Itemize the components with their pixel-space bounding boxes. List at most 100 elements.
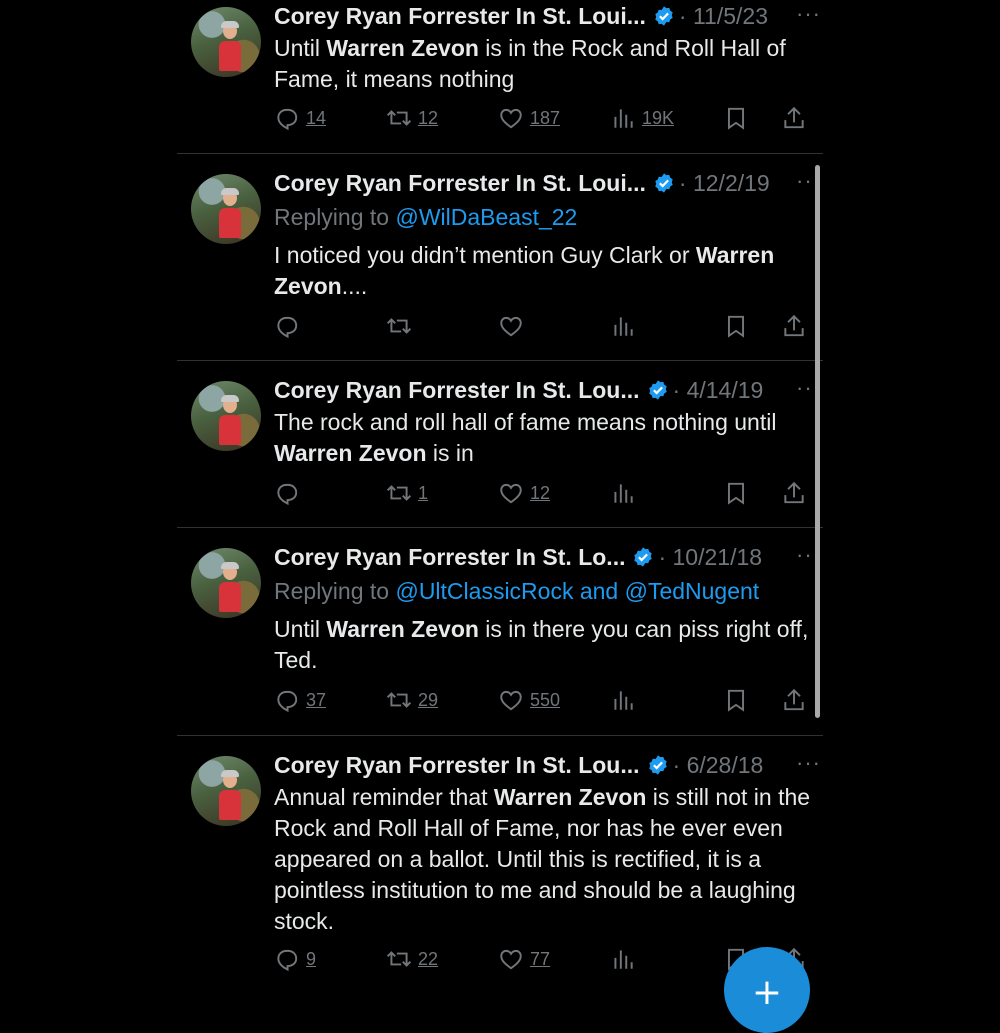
views-icon	[614, 484, 633, 503]
like-icon	[500, 483, 522, 504]
tweet-actions: 14 12 187 19K	[274, 105, 810, 135]
tweet-date[interactable]: · 6/28/18	[673, 749, 764, 781]
verified-badge-icon	[648, 755, 667, 775]
bookmark-button[interactable]	[723, 313, 749, 339]
reply-icon	[277, 108, 298, 131]
views-button[interactable]	[610, 946, 642, 972]
retweet-icon	[386, 110, 412, 126]
views-button[interactable]	[610, 313, 642, 339]
scrollbar[interactable]	[815, 165, 820, 718]
author-name[interactable]: Corey Ryan Forrester In St. Loui...	[274, 0, 646, 32]
retweet-button[interactable]: 29	[386, 687, 438, 713]
bookmark-icon	[727, 107, 745, 130]
share-icon	[784, 481, 804, 504]
tweet-text: Until Warren Zevon is in the Rock and Ro…	[274, 35, 786, 92]
avatar[interactable]	[191, 381, 261, 451]
avatar[interactable]	[191, 756, 261, 826]
tweet-date[interactable]: · 4/14/19	[673, 374, 764, 406]
retweet-button[interactable]: 1	[386, 480, 428, 506]
tweet-actions: 1 12	[274, 480, 810, 510]
bookmark-button[interactable]	[723, 687, 749, 713]
mention-link[interactable]: @UltClassicRock and @TedNugent	[395, 578, 759, 604]
tweet-date[interactable]: · 11/5/23	[679, 0, 768, 32]
like-icon	[500, 316, 522, 337]
author-name[interactable]: Corey Ryan Forrester In St. Lou...	[274, 374, 640, 406]
views-button[interactable]: 19K	[610, 105, 674, 131]
like-button[interactable]: 550	[498, 687, 560, 713]
divider	[177, 735, 823, 736]
verified-badge-icon	[655, 173, 673, 193]
bookmark-button[interactable]	[723, 480, 749, 506]
retweet-button[interactable]: 22	[386, 946, 438, 972]
reply-icon	[277, 690, 298, 713]
divider	[177, 153, 823, 154]
tweet-text: The rock and roll hall of fame means not…	[274, 409, 777, 466]
bookmark-button[interactable]	[723, 105, 749, 131]
views-button[interactable]	[610, 687, 642, 713]
reply-button[interactable]: 14	[274, 105, 326, 131]
tweet[interactable]: Corey Ryan Forrester In St. Loui... · 11…	[177, 0, 823, 153]
retweet-button[interactable]: 12	[386, 105, 438, 131]
reply-button[interactable]: 37	[274, 687, 326, 713]
share-button[interactable]	[781, 313, 807, 339]
retweet-button[interactable]	[386, 313, 418, 339]
tweet-header: Corey Ryan Forrester In St. Loui... · 12…	[274, 167, 813, 199]
tweet-actions	[274, 313, 810, 343]
compose-button[interactable]: +	[724, 947, 810, 1033]
verified-badge-icon	[648, 380, 667, 400]
views-button[interactable]	[610, 480, 642, 506]
tweet-text: Annual reminder that Warren Zevon is sti…	[274, 784, 811, 934]
divider	[177, 527, 823, 528]
like-icon	[500, 949, 522, 970]
share-icon	[784, 106, 804, 129]
more-icon[interactable]: ···	[796, 751, 821, 775]
views-icon	[614, 950, 633, 969]
tweet-feed: Corey Ryan Forrester In St. Loui... · 11…	[0, 0, 1000, 1033]
share-icon	[784, 314, 804, 337]
like-button[interactable]: 77	[498, 946, 550, 972]
verified-badge-icon	[634, 547, 653, 567]
share-button[interactable]	[781, 480, 807, 506]
replying-to: Replying to @UltClassicRock and @TedNuge…	[274, 578, 760, 604]
share-button[interactable]	[781, 105, 807, 131]
author-name[interactable]: Corey Ryan Forrester In St. Lou...	[274, 749, 640, 781]
tweet[interactable]: Corey Ryan Forrester In St. Lou... · 6/2…	[177, 749, 823, 1000]
mention-link[interactable]: @WilDaBeast_22	[395, 204, 577, 230]
reply-button[interactable]	[274, 480, 306, 506]
tweet[interactable]: Corey Ryan Forrester In St. Loui... · 12…	[177, 167, 823, 360]
like-icon	[500, 108, 522, 129]
like-icon	[500, 690, 522, 711]
author-name[interactable]: Corey Ryan Forrester In St. Lo...	[274, 541, 625, 573]
views-icon	[614, 691, 633, 710]
reply-button[interactable]: 9	[274, 946, 316, 972]
avatar[interactable]	[191, 174, 261, 244]
reply-button[interactable]	[274, 313, 306, 339]
like-button[interactable]: 187	[498, 105, 560, 131]
like-button[interactable]	[498, 313, 530, 339]
plus-icon: +	[751, 972, 783, 1013]
author-name[interactable]: Corey Ryan Forrester In St. Loui...	[274, 167, 646, 199]
retweet-icon	[386, 318, 412, 334]
tweet-actions: 37 29 550	[274, 687, 810, 717]
reply-icon	[277, 483, 298, 506]
share-button[interactable]	[781, 687, 807, 713]
like-button[interactable]: 12	[498, 480, 550, 506]
more-icon[interactable]: ···	[796, 2, 821, 26]
views-icon	[614, 109, 633, 128]
retweet-icon	[386, 485, 412, 501]
tweet-date[interactable]: · 12/2/19	[679, 167, 770, 199]
tweet-text: Until Warren Zevon is in there you can p…	[274, 616, 809, 673]
bookmark-icon	[727, 315, 745, 338]
reply-icon	[277, 316, 298, 339]
tweet-date[interactable]: · 10/21/18	[658, 541, 762, 573]
verified-badge-icon	[655, 6, 673, 26]
tweet[interactable]: Corey Ryan Forrester In St. Lou... · 4/1…	[177, 374, 823, 527]
bookmark-icon	[727, 689, 745, 712]
tweet-header: Corey Ryan Forrester In St. Lo... · 10/2…	[274, 541, 813, 573]
avatar[interactable]	[191, 548, 261, 618]
views-icon	[614, 317, 633, 336]
avatar[interactable]	[191, 7, 261, 77]
tweet-header: Corey Ryan Forrester In St. Lou... · 6/2…	[274, 749, 813, 781]
tweet[interactable]: Corey Ryan Forrester In St. Lo... · 10/2…	[177, 541, 823, 735]
retweet-icon	[386, 951, 412, 967]
